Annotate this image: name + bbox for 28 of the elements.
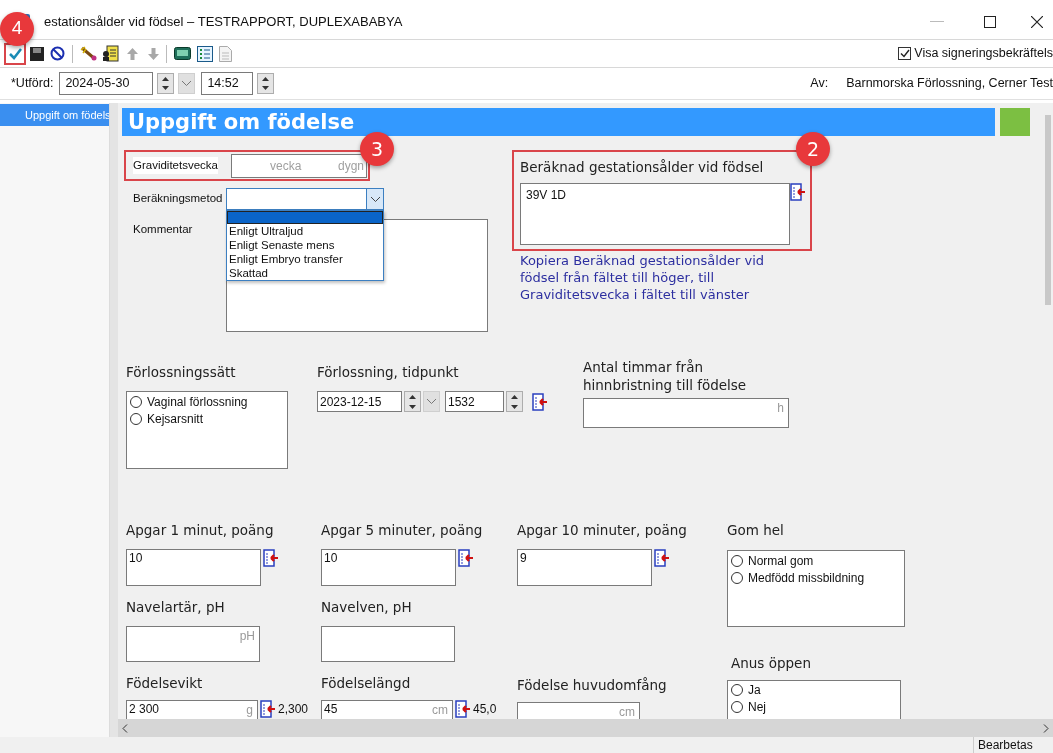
- author-label: Av:: [810, 75, 829, 93]
- field-label: Födelsevikt: [126, 674, 204, 694]
- callout-badge: 2: [796, 132, 830, 166]
- field-label: Förlossning, tidpunkt: [317, 363, 460, 382]
- field-label: Graviditetsvecka: [133, 156, 218, 175]
- field-label: Apgar 1 minut, poäng: [126, 521, 275, 540]
- field-label: Apgar 10 minuter, poäng: [517, 521, 688, 540]
- callout-badge: 4: [0, 11, 34, 46]
- field-label: Anus öppen: [730, 654, 812, 674]
- field-label: Gom hel: [727, 521, 785, 540]
- section-header: Uppgift om födelse: [122, 108, 995, 136]
- field-label: Beräkningsmetod: [133, 191, 224, 206]
- author-name: Barnmorska Förlossning, Cerner Test: [846, 75, 1053, 93]
- converted-value: 2,300: [278, 701, 309, 719]
- field-label: Födelselängd: [321, 674, 412, 694]
- window-title: estationsålder vid födsel – TESTRAPPORT, DUPLEXABABYA: [44, 12, 404, 31]
- field-label: Navelven, pH: [321, 598, 413, 618]
- field-label: Förlossningssätt: [126, 363, 237, 382]
- field-label: Kommentar: [133, 222, 194, 237]
- performed-label: *Utförd:: [11, 75, 54, 93]
- converted-value: 45,0: [473, 701, 497, 719]
- field-label: Apgar 5 minuter, poäng: [321, 521, 484, 540]
- field-label: Beräknad gestationsålder vid födsel: [520, 158, 765, 177]
- field-label: Antal timmar från hinnbristning till födelse: [583, 358, 748, 394]
- status-text: Bearbetas: [973, 737, 1053, 753]
- field-label: Navelartär, pH: [126, 598, 226, 618]
- field-label: Födelse huvudomfång: [517, 676, 668, 696]
- copy-hint-text: Kopiera Beräknad gestationsålder vid födsel från fältet till höger, till Graviditetsvecka i fältet till vänster: [519, 252, 766, 303]
